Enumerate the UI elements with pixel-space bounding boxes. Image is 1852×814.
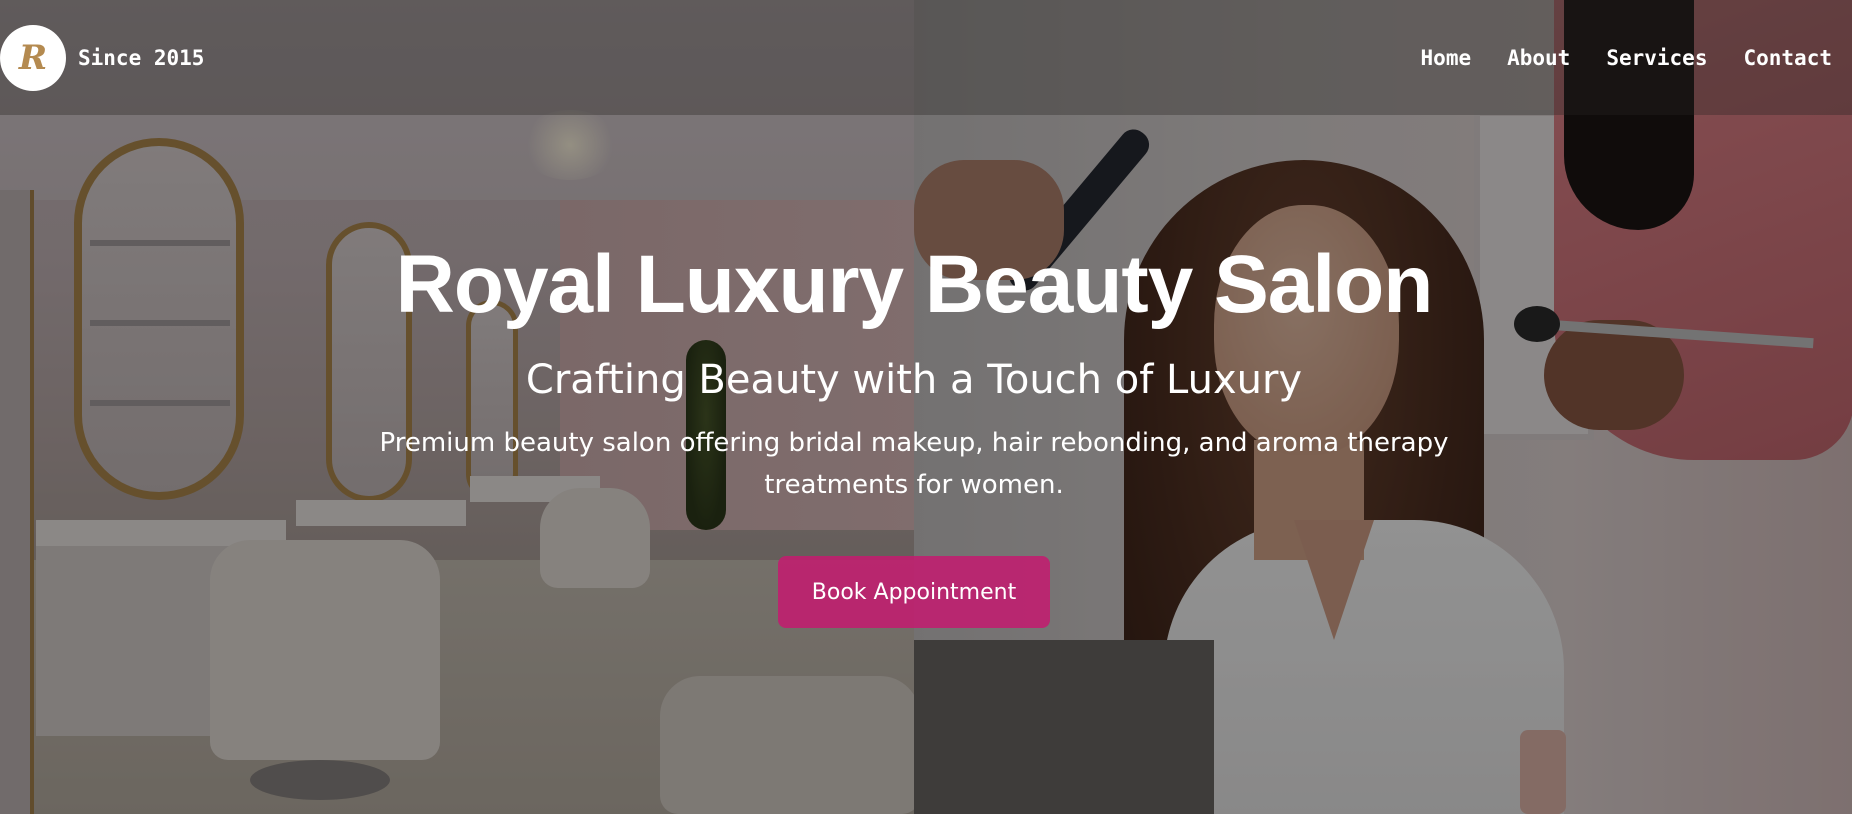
brand[interactable]: R Since 2015 <box>0 24 205 91</box>
hero-title: Royal Luxury Beauty Salon <box>395 239 1434 330</box>
nav-about[interactable]: About <box>1507 46 1570 70</box>
hero-description: Premium beauty salon offering bridal mak… <box>379 428 1449 500</box>
main-nav: Home About Services Contact <box>1421 46 1832 70</box>
brand-tagline: Since 2015 <box>78 45 205 70</box>
nav-home[interactable]: Home <box>1421 46 1472 70</box>
nav-contact[interactable]: Contact <box>1743 46 1832 70</box>
nav-services[interactable]: Services <box>1606 46 1707 70</box>
hero-content: Royal Luxury Beauty Salon Crafting Beaut… <box>0 230 1828 628</box>
logo[interactable]: R <box>0 24 66 91</box>
logo-icon: R <box>18 37 48 78</box>
book-appointment-button[interactable]: Book Appointment <box>778 556 1050 628</box>
site-header: R Since 2015 Home About Services Contact <box>0 0 1852 115</box>
hero-subtitle: Crafting Beauty with a Touch of Luxury <box>525 357 1303 403</box>
